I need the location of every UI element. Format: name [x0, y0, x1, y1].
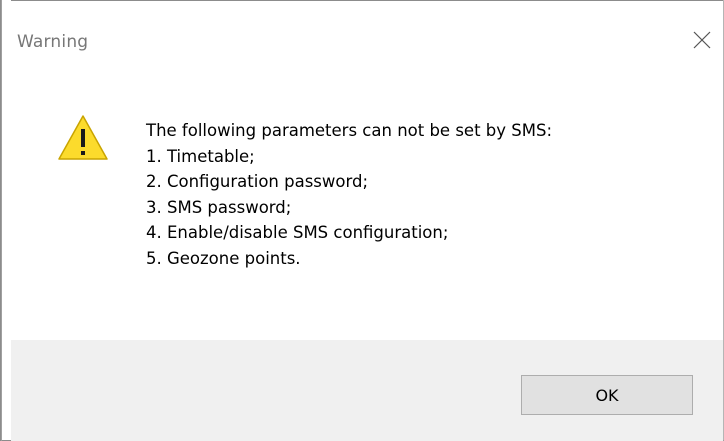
close-icon: [693, 31, 711, 49]
message-item: 5. Geozone points.: [146, 248, 301, 268]
message-item: 1. Timetable;: [146, 146, 255, 166]
message-item: 2. Configuration password;: [146, 172, 369, 191]
warning-icon: [57, 114, 109, 162]
dialog-window: Warning The following parameters can not…: [0, 0, 724, 441]
dialog-footer: OK: [11, 340, 723, 441]
close-button[interactable]: [687, 25, 717, 55]
warning-message: The following parameters can not be set …: [146, 118, 552, 271]
message-heading: The following parameters can not be set …: [146, 121, 553, 140]
dialog-title: Warning: [17, 32, 89, 52]
message-item: 3. SMS password;: [146, 197, 292, 217]
ok-button[interactable]: OK: [521, 375, 693, 415]
window-frame: [1, 0, 11, 441]
title-bar[interactable]: Warning: [11, 0, 723, 83]
message-item: 4. Enable/disable SMS configuration;: [146, 223, 449, 242]
dialog-content: The following parameters can not be set …: [11, 82, 723, 340]
